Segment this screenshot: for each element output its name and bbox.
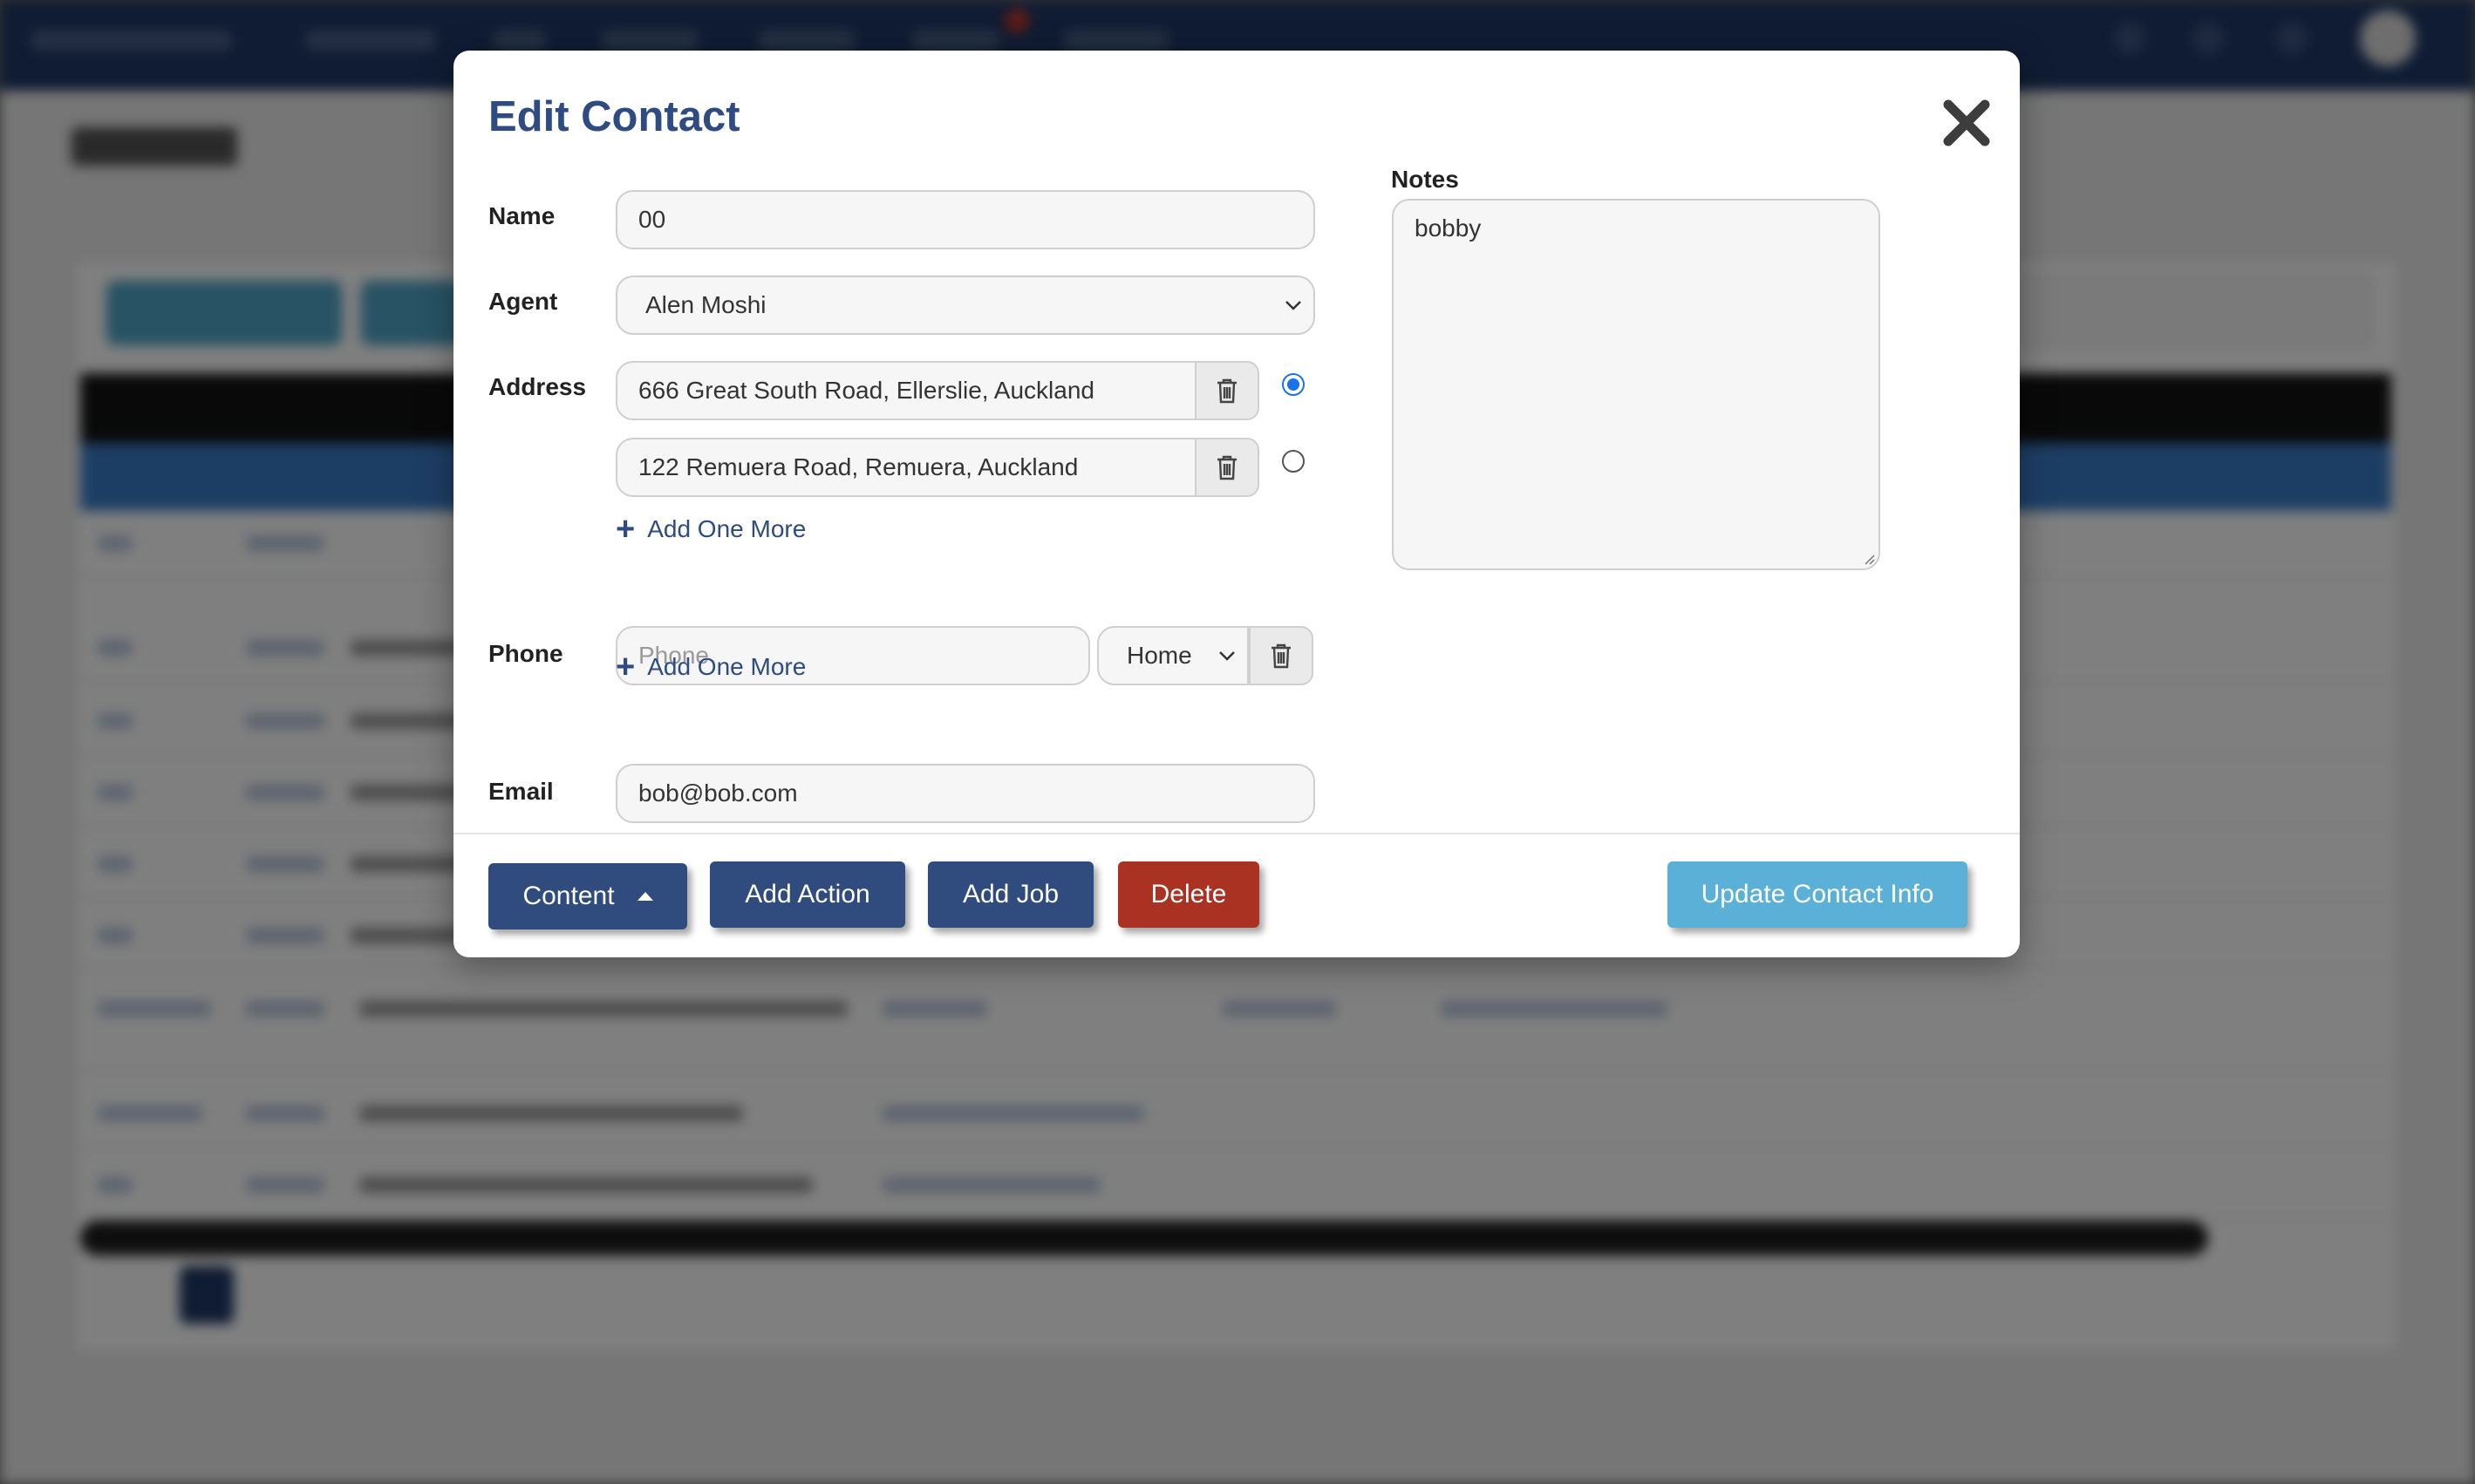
close-icon: [1943, 99, 1990, 146]
trash-icon: [1217, 378, 1237, 404]
email-label: Email: [488, 778, 554, 805]
agent-select-value: Alen Moshi: [645, 291, 767, 318]
phone-type-value: Home: [1127, 642, 1192, 669]
edit-contact-modal: Edit Contact Name 00 Agent Alen Moshi Ad…: [453, 51, 2020, 957]
notes-value: bobby: [1415, 214, 1482, 242]
agent-select[interactable]: Alen Moshi: [616, 276, 1315, 335]
notes-textarea[interactable]: bobby: [1392, 199, 1880, 570]
primary-address-radio-1[interactable]: [1282, 373, 1305, 396]
address-input-2[interactable]: 122 Remuera Road, Remuera, Auckland: [616, 438, 1197, 497]
delete-button[interactable]: Delete: [1118, 861, 1259, 928]
content-dropdown-button[interactable]: Content: [488, 863, 687, 929]
delete-address-1-button[interactable]: [1195, 361, 1259, 420]
modal-title: Edit Contact: [488, 93, 740, 140]
chevron-down-icon: [1219, 651, 1235, 661]
trash-icon: [1272, 643, 1291, 669]
add-address-label: Add One More: [647, 515, 807, 542]
delete-address-2-button[interactable]: [1195, 438, 1259, 497]
phone-label: Phone: [488, 640, 563, 667]
update-contact-button[interactable]: Update Contact Info: [1667, 861, 1967, 928]
trash-icon: [1217, 455, 1237, 480]
add-address-link[interactable]: + Add One More: [616, 513, 806, 546]
phone-type-select[interactable]: Home: [1097, 626, 1249, 685]
name-input[interactable]: 00: [616, 190, 1315, 249]
delete-phone-button[interactable]: [1249, 626, 1313, 685]
close-button[interactable]: [1936, 92, 1997, 153]
plus-icon: +: [616, 511, 636, 548]
footer-divider: [453, 833, 2020, 834]
name-label: Name: [488, 202, 556, 229]
plus-icon: +: [616, 649, 636, 685]
add-phone-link[interactable]: + Add One More: [616, 650, 806, 684]
caret-up-icon: [637, 892, 653, 901]
resize-grip-icon[interactable]: [1861, 551, 1875, 565]
address-label: Address: [488, 373, 587, 400]
add-action-button[interactable]: Add Action: [710, 861, 905, 928]
address-input-1[interactable]: 666 Great South Road, Ellerslie, Aucklan…: [616, 361, 1197, 420]
primary-address-radio-2[interactable]: [1282, 450, 1305, 473]
content-button-label: Content: [522, 882, 615, 910]
add-job-button[interactable]: Add Job: [928, 861, 1094, 928]
notes-label: Notes: [1391, 166, 1459, 193]
email-input[interactable]: bob@bob.com: [616, 764, 1315, 823]
add-phone-label: Add One More: [647, 653, 807, 680]
chevron-down-icon: [1285, 301, 1301, 310]
agent-label: Agent: [488, 288, 558, 315]
